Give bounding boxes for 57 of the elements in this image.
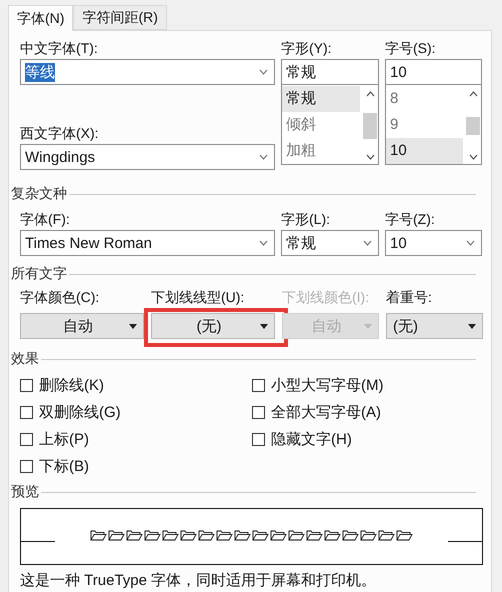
field-label: 下划线线型(U): (151, 288, 246, 307)
checkbox[interactable]: 删除线(K) (20, 375, 252, 395)
combo-field[interactable]: 常规 (281, 230, 379, 256)
list-item[interactable]: 10 (386, 138, 463, 164)
caret-icon (129, 324, 137, 328)
list-item[interactable]: 加粗 (282, 138, 360, 164)
input-field[interactable]: 10 (385, 59, 482, 85)
checkbox[interactable]: 上标(P) (20, 429, 252, 449)
list-item[interactable]: 8 (386, 86, 463, 112)
section-title: 所有文字 (11, 265, 68, 283)
scroll-up-icon[interactable] (366, 91, 374, 97)
chevron-down-icon (259, 240, 268, 246)
tab[interactable]: 字体(N) (8, 5, 74, 31)
checkbox[interactable]: 全部大写字母(A) (252, 402, 484, 422)
field-label: 中文字体(T): (20, 39, 99, 58)
scroll-thumb[interactable] (466, 116, 480, 134)
dropdown[interactable]: 自动 (20, 313, 144, 339)
field-label: 字体(F): (20, 210, 71, 229)
checkbox[interactable]: 小型大写字母(M) (252, 375, 484, 395)
chevron-down-icon (466, 240, 475, 246)
checkbox[interactable]: 隐藏文字(H) (252, 429, 484, 449)
tab[interactable]: 字符间距(R) (73, 5, 167, 30)
scroll-down-icon[interactable] (468, 154, 478, 160)
field-label: 字号(Z): (385, 210, 436, 229)
dropdown[interactable]: (无) (386, 313, 483, 339)
field-value: 等线 (25, 62, 55, 82)
combo-field[interactable]: Times New Roman (20, 230, 275, 256)
field-label: 下划线颜色(I): (282, 288, 370, 307)
field-label: 字号(S): (385, 39, 437, 58)
checkbox[interactable]: 双删除线(G) (20, 402, 252, 422)
field-label: 西文字体(X): (20, 124, 100, 143)
scroll-up-icon[interactable] (468, 91, 478, 97)
list-item[interactable]: 常规 (282, 86, 360, 112)
chevron-down-icon (259, 154, 268, 160)
chevron-down-icon (363, 240, 372, 246)
section-title: 预览 (11, 483, 40, 501)
chevron-down-icon (259, 69, 268, 75)
list-item[interactable]: 9 (386, 112, 463, 138)
field-label: 字形(L): (281, 210, 331, 229)
input-field[interactable]: 常规 (281, 59, 379, 85)
section-title: 复杂文种 (11, 185, 68, 203)
caret-icon (468, 324, 476, 328)
field-label: 着重号: (386, 288, 433, 307)
scroll-thumb[interactable] (363, 112, 377, 138)
scroll-down-icon[interactable] (366, 154, 374, 160)
field-label: 字体颜色(C): (20, 288, 100, 307)
combo-field[interactable]: 等线 (20, 59, 275, 85)
caret-icon (364, 324, 372, 328)
combo-field[interactable]: Wingdings (20, 144, 275, 170)
font-description: 这是一种 TrueType 字体，同时适用于屏幕和打印机。 (20, 571, 378, 590)
list-item[interactable]: 倾斜 (282, 112, 360, 138)
caret-icon (260, 324, 268, 328)
checkbox[interactable]: 下标(B) (20, 456, 252, 476)
combo-field[interactable]: 10 (385, 230, 482, 256)
dropdown[interactable]: (无) (151, 313, 275, 339)
section-title: 效果 (11, 350, 40, 368)
field-label: 字形(Y): (281, 39, 333, 58)
